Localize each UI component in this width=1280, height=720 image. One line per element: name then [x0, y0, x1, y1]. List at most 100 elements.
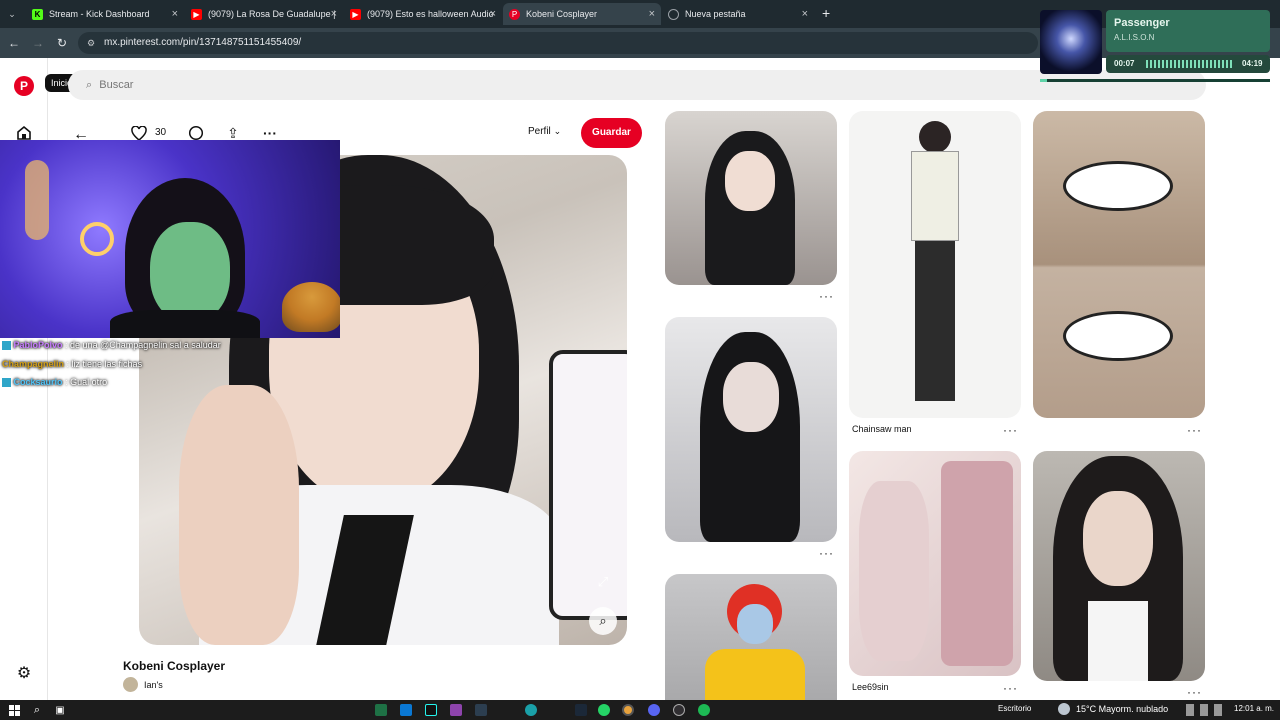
- more-options-icon[interactable]: ···: [1187, 423, 1202, 437]
- globe-icon: [668, 8, 679, 20]
- feed-pin-2[interactable]: [849, 111, 1021, 418]
- webcam-ring-light: [80, 222, 114, 256]
- song-artist: A.L.I.S.O.N: [1114, 33, 1155, 42]
- pin-photo-eye: [1063, 311, 1173, 361]
- tab-title: Kobeni Cosplayer: [526, 9, 598, 19]
- reload-icon[interactable]: ↻: [54, 35, 70, 51]
- pin-photo-face: [723, 362, 779, 432]
- pinterest-icon: P: [509, 8, 520, 20]
- stream-app-icon[interactable]: [450, 704, 462, 716]
- pin-photo-eye: [1063, 161, 1173, 211]
- playback-bar: 00:07 04:19: [1106, 55, 1270, 73]
- search-placeholder: Buscar: [99, 79, 134, 91]
- pinterest-logo-icon[interactable]: P: [14, 76, 34, 96]
- more-options-icon[interactable]: ···: [1187, 685, 1202, 699]
- tab-kick-dashboard[interactable]: K Stream - Kick Dashboard ×: [26, 3, 184, 25]
- pin-art-right: [941, 461, 1013, 666]
- close-icon[interactable]: ×: [490, 8, 496, 20]
- more-options-icon[interactable]: ···: [819, 546, 834, 560]
- webcam-overlay: [0, 140, 340, 338]
- app-icon[interactable]: [475, 704, 487, 716]
- chat-message: Champagnelin : liz tiene las fichas: [2, 359, 142, 369]
- pin-photo-face: [1083, 491, 1153, 586]
- profile-dropdown[interactable]: Perfil ⌄: [528, 126, 561, 137]
- chrome-icon[interactable]: [622, 704, 634, 716]
- webcam-lamp: [25, 160, 49, 240]
- url-text: mx.pinterest.com/pin/137148751151455409/: [104, 37, 302, 48]
- desktop-label[interactable]: Escritorio: [998, 704, 1031, 713]
- pin-art-shirt: [911, 151, 959, 241]
- tab-title: (9079) Esto es halloween Audio: [367, 9, 494, 19]
- tab-new-tab[interactable]: Nueva pestaña ×: [662, 3, 814, 25]
- site-info-icon[interactable]: ⚙: [87, 32, 95, 54]
- expand-icon[interactable]: ⤢: [591, 570, 615, 594]
- tab-kobeni-cosplayer[interactable]: P Kobeni Cosplayer ×: [503, 3, 661, 25]
- close-icon[interactable]: ×: [172, 8, 178, 20]
- close-icon[interactable]: ×: [649, 8, 655, 20]
- feed-pin-7[interactable]: [665, 574, 837, 700]
- weather-text[interactable]: 15°C Mayorm. nublado: [1076, 704, 1168, 714]
- waveform: [1146, 60, 1234, 68]
- youtube-icon: ▶: [350, 8, 361, 20]
- search-icon: ⌕: [86, 79, 93, 91]
- windows-taskbar: ⌕ ▣ Escritorio 15°C Mayorm. nublado 12:0…: [0, 700, 1280, 720]
- tab-title: (9079) La Rosa De Guadalupe |: [208, 9, 336, 19]
- song-info-panel: Passenger A.L.I.S.O.N: [1106, 10, 1270, 52]
- chevron-down-icon: ⌄: [553, 126, 562, 136]
- whatsapp-icon[interactable]: [598, 704, 610, 716]
- chat-username: Cocksaurio: [13, 377, 63, 387]
- visual-search-icon[interactable]: ⌕: [589, 607, 617, 635]
- feed-pin-3[interactable]: [1033, 111, 1205, 418]
- author-name[interactable]: Ian's: [144, 680, 163, 690]
- album-art: [1040, 10, 1102, 74]
- tab-search-icon[interactable]: ⌄: [4, 6, 20, 22]
- close-icon[interactable]: ×: [331, 8, 337, 20]
- settings-gear-icon[interactable]: ⚙: [14, 663, 34, 683]
- pin-photo-hand: [179, 385, 299, 645]
- chat-text: : liz tiene las fichas: [66, 359, 143, 369]
- clock[interactable]: 12:01 a. m.: [1234, 704, 1274, 713]
- new-tab-button[interactable]: +: [822, 5, 830, 21]
- pin-photo-face: [737, 604, 773, 644]
- webcam-person-face: [150, 222, 230, 322]
- steam-icon[interactable]: [575, 704, 587, 716]
- search-input[interactable]: ⌕ Buscar: [68, 70, 1206, 100]
- now-playing-widget: Passenger A.L.I.S.O.N 00:07 04:19: [1040, 10, 1270, 82]
- obs-icon[interactable]: [673, 704, 685, 716]
- discord-icon[interactable]: [648, 704, 660, 716]
- webcam-person-body: [110, 310, 260, 338]
- pin-photo-phone: [549, 350, 627, 620]
- excel-icon[interactable]: [375, 704, 387, 716]
- profile-label: Perfil: [528, 126, 551, 137]
- forward-arrow-icon[interactable]: →: [30, 35, 46, 51]
- tab-youtube-2[interactable]: ▶ (9079) Esto es halloween Audio ×: [344, 3, 502, 25]
- vscode-icon[interactable]: [400, 704, 412, 716]
- youtube-icon: ▶: [191, 8, 202, 20]
- feed-pin-5[interactable]: [849, 451, 1021, 676]
- feed-pin-6[interactable]: [1033, 451, 1205, 681]
- more-options-icon[interactable]: ···: [819, 289, 834, 303]
- search-icon[interactable]: ⌕: [30, 703, 44, 717]
- back-arrow-icon[interactable]: ←: [6, 35, 22, 51]
- avatar[interactable]: [123, 677, 138, 692]
- feed-pin-1[interactable]: [665, 111, 837, 285]
- edge-icon[interactable]: [525, 704, 537, 716]
- more-options-icon[interactable]: ···: [1003, 681, 1018, 695]
- chat-username: Champagnelin: [2, 359, 65, 369]
- save-button[interactable]: Guardar: [581, 118, 642, 148]
- url-field[interactable]: ⚙ mx.pinterest.com/pin/13714875115145540…: [78, 32, 1038, 54]
- feed-pin-4[interactable]: [665, 317, 837, 542]
- tiktok-icon[interactable]: [425, 704, 437, 716]
- chat-username: PabloPolvo: [13, 340, 63, 350]
- tab-youtube-1[interactable]: ▶ (9079) La Rosa De Guadalupe | ×: [185, 3, 343, 25]
- chat-badge-icon: [2, 341, 11, 351]
- more-options-icon[interactable]: ···: [1003, 423, 1018, 437]
- pin-title: Kobeni Cosplayer: [123, 659, 226, 673]
- spotify-icon[interactable]: [698, 704, 710, 716]
- task-view-icon[interactable]: ▣: [53, 703, 67, 717]
- tab-title: Nueva pestaña: [685, 9, 746, 19]
- close-icon[interactable]: ×: [802, 8, 808, 20]
- system-tray: [1186, 704, 1228, 716]
- elapsed-time: 00:07: [1114, 59, 1135, 68]
- windows-start-icon[interactable]: [8, 704, 20, 716]
